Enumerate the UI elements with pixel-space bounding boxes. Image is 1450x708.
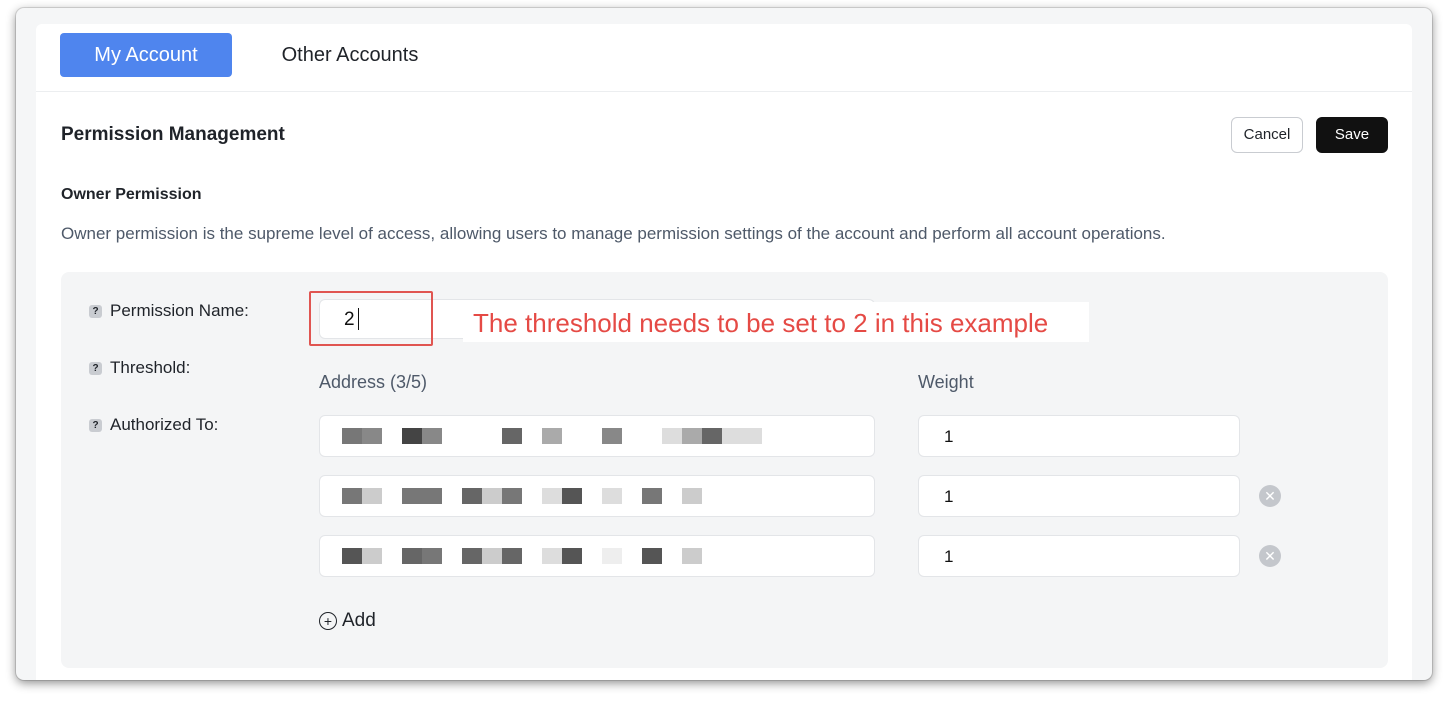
- add-label: Add: [342, 610, 376, 631]
- owner-permission-title: Owner Permission: [61, 186, 202, 203]
- address-input[interactable]: [319, 535, 875, 577]
- redacted-address: [342, 428, 762, 444]
- redacted-address: [342, 488, 702, 504]
- authorized-row-label: ? Authorized To:: [89, 415, 218, 435]
- page-title: Permission Management: [61, 124, 285, 145]
- owner-permission-description: Owner permission is the supreme level of…: [61, 224, 1166, 243]
- app-window: My Account Other Accounts Permission Man…: [16, 8, 1432, 680]
- weight-value: 1: [944, 427, 954, 446]
- save-button[interactable]: Save: [1316, 117, 1388, 153]
- weight-input[interactable]: 1: [918, 475, 1240, 517]
- address-input[interactable]: [319, 415, 875, 457]
- tab-my-account[interactable]: My Account: [60, 33, 232, 77]
- weight-input[interactable]: 1: [918, 415, 1240, 457]
- authorized-label: Authorized To:: [110, 415, 219, 434]
- annotation-highlight-box: [309, 291, 433, 346]
- threshold-label: Threshold:: [110, 358, 191, 377]
- cancel-button[interactable]: Cancel: [1231, 117, 1303, 153]
- tab-other-accounts[interactable]: Other Accounts: [264, 33, 436, 77]
- weight-value: 1: [944, 547, 954, 566]
- weight-column-header: Weight: [918, 372, 974, 392]
- annotation-text: The threshold needs to be set to 2 in th…: [473, 308, 1049, 338]
- redacted-address: [342, 548, 702, 564]
- permission-form-panel: ? Permission Name: ? Threshold: ? Author…: [61, 272, 1388, 668]
- permission-name-row-label: ? Permission Name:: [89, 301, 249, 321]
- help-icon[interactable]: ?: [89, 304, 102, 318]
- account-tabs: My Account Other Accounts: [36, 24, 1412, 92]
- account-card: My Account Other Accounts Permission Man…: [36, 24, 1412, 680]
- permission-name-label: Permission Name:: [110, 301, 249, 320]
- add-circle-icon: +: [319, 612, 337, 630]
- threshold-row-label: ? Threshold:: [89, 358, 190, 378]
- help-icon[interactable]: ?: [89, 361, 102, 375]
- remove-icon[interactable]: ✕: [1259, 545, 1281, 567]
- remove-icon[interactable]: ✕: [1259, 485, 1281, 507]
- add-address-button[interactable]: + Add: [319, 610, 376, 632]
- address-input[interactable]: [319, 475, 875, 517]
- help-icon[interactable]: ?: [89, 418, 102, 432]
- address-column-header: Address (3/5): [319, 372, 428, 392]
- weight-value: 1: [944, 487, 954, 506]
- weight-input[interactable]: 1: [918, 535, 1240, 577]
